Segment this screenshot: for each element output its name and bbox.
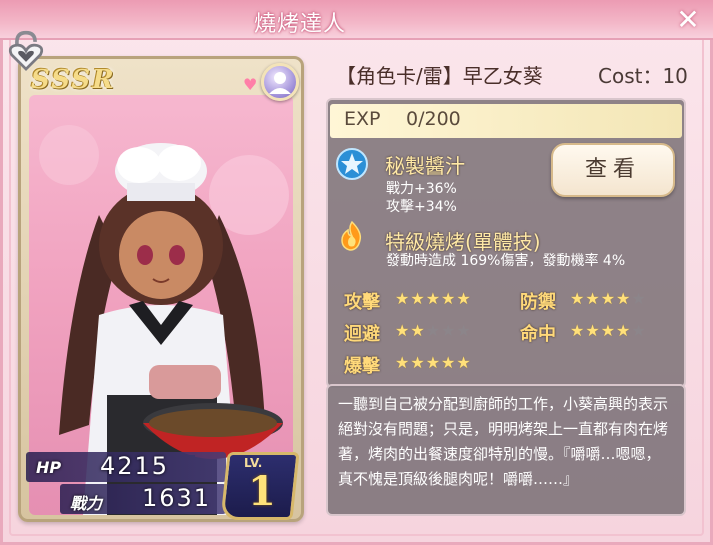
exp-row — [330, 104, 682, 138]
title-bar: 燒烤達人 ✕ — [0, 0, 713, 40]
attr-label-defense: 防禦 — [520, 292, 556, 313]
star-filled-icon: ★ — [600, 321, 617, 340]
star-filled-icon: ★ — [410, 321, 426, 340]
hp-label: HP — [36, 458, 62, 477]
attr-stars-accuracy: ★★★★★ — [570, 321, 647, 340]
profile-icon[interactable] — [261, 63, 299, 101]
close-icon[interactable]: ✕ — [674, 6, 702, 34]
star-filled-icon: ★ — [395, 353, 411, 372]
attr-label-attack: 攻擊 — [344, 292, 380, 313]
flame-icon — [341, 220, 362, 251]
card-name: 【角色卡/雷】早乙女葵 — [336, 64, 543, 88]
level-value: 1 — [248, 468, 276, 515]
skill-1-line-1: 戰力+36% — [386, 181, 457, 197]
star-filled-icon: ★ — [570, 321, 586, 340]
lock-heart-icon[interactable] — [6, 28, 46, 72]
star-empty-icon: ★ — [441, 321, 457, 340]
exp-label: EXP — [344, 108, 381, 130]
star-empty-icon: ★ — [456, 321, 472, 340]
star-filled-icon: ★ — [456, 353, 472, 372]
star-badge-icon — [336, 148, 368, 180]
star-empty-icon: ★ — [631, 289, 647, 308]
hp-value: 4215 — [100, 452, 170, 480]
attr-label-critical: 爆擊 — [344, 356, 380, 377]
skill-2-line-1: 發動時造成 169%傷害，發動機率 4% — [386, 253, 626, 269]
heart-icon: ♥ — [243, 75, 258, 94]
star-filled-icon: ★ — [425, 353, 442, 372]
card-cost: Cost：10 — [598, 64, 688, 88]
attr-stars-critical: ★★★★★ — [395, 353, 472, 372]
star-filled-icon: ★ — [600, 289, 617, 308]
attr-label-accuracy: 命中 — [520, 324, 556, 345]
star-filled-icon: ★ — [395, 321, 411, 340]
star-filled-icon: ★ — [410, 289, 426, 308]
star-filled-icon: ★ — [441, 289, 457, 308]
star-filled-icon: ★ — [570, 289, 586, 308]
attr-stars-evasion: ★★★★★ — [395, 321, 472, 340]
star-filled-icon: ★ — [616, 321, 632, 340]
star-filled-icon: ★ — [410, 353, 426, 372]
star-filled-icon: ★ — [585, 321, 601, 340]
power-value: 1631 — [142, 484, 212, 512]
exp-value: 0/200 — [406, 108, 461, 130]
star-filled-icon: ★ — [441, 353, 457, 372]
card-description: 一聽到自己被分配到廚師的工作，小葵高興的表示絕對沒有問題；只是，明明烤架上一直都… — [326, 384, 686, 516]
power-label: 戰力 — [70, 494, 103, 513]
star-empty-icon: ★ — [425, 321, 442, 340]
attr-stars-attack: ★★★★★ — [395, 289, 472, 308]
star-filled-icon: ★ — [585, 289, 601, 308]
view-button[interactable]: 查看 — [551, 143, 675, 197]
star-filled-icon: ★ — [456, 289, 472, 308]
star-empty-icon: ★ — [631, 321, 647, 340]
person-icon — [269, 72, 291, 94]
skill-1-name: 秘製醬汁 — [385, 154, 465, 178]
skill-1-line-2: 攻擊+34% — [386, 199, 457, 215]
star-filled-icon: ★ — [395, 289, 411, 308]
attr-label-evasion: 迴避 — [344, 324, 380, 345]
dialog-title: 燒烤達人 — [253, 12, 346, 37]
attr-stars-defense: ★★★★★ — [570, 289, 647, 308]
star-filled-icon: ★ — [425, 289, 442, 308]
star-filled-icon: ★ — [616, 289, 632, 308]
